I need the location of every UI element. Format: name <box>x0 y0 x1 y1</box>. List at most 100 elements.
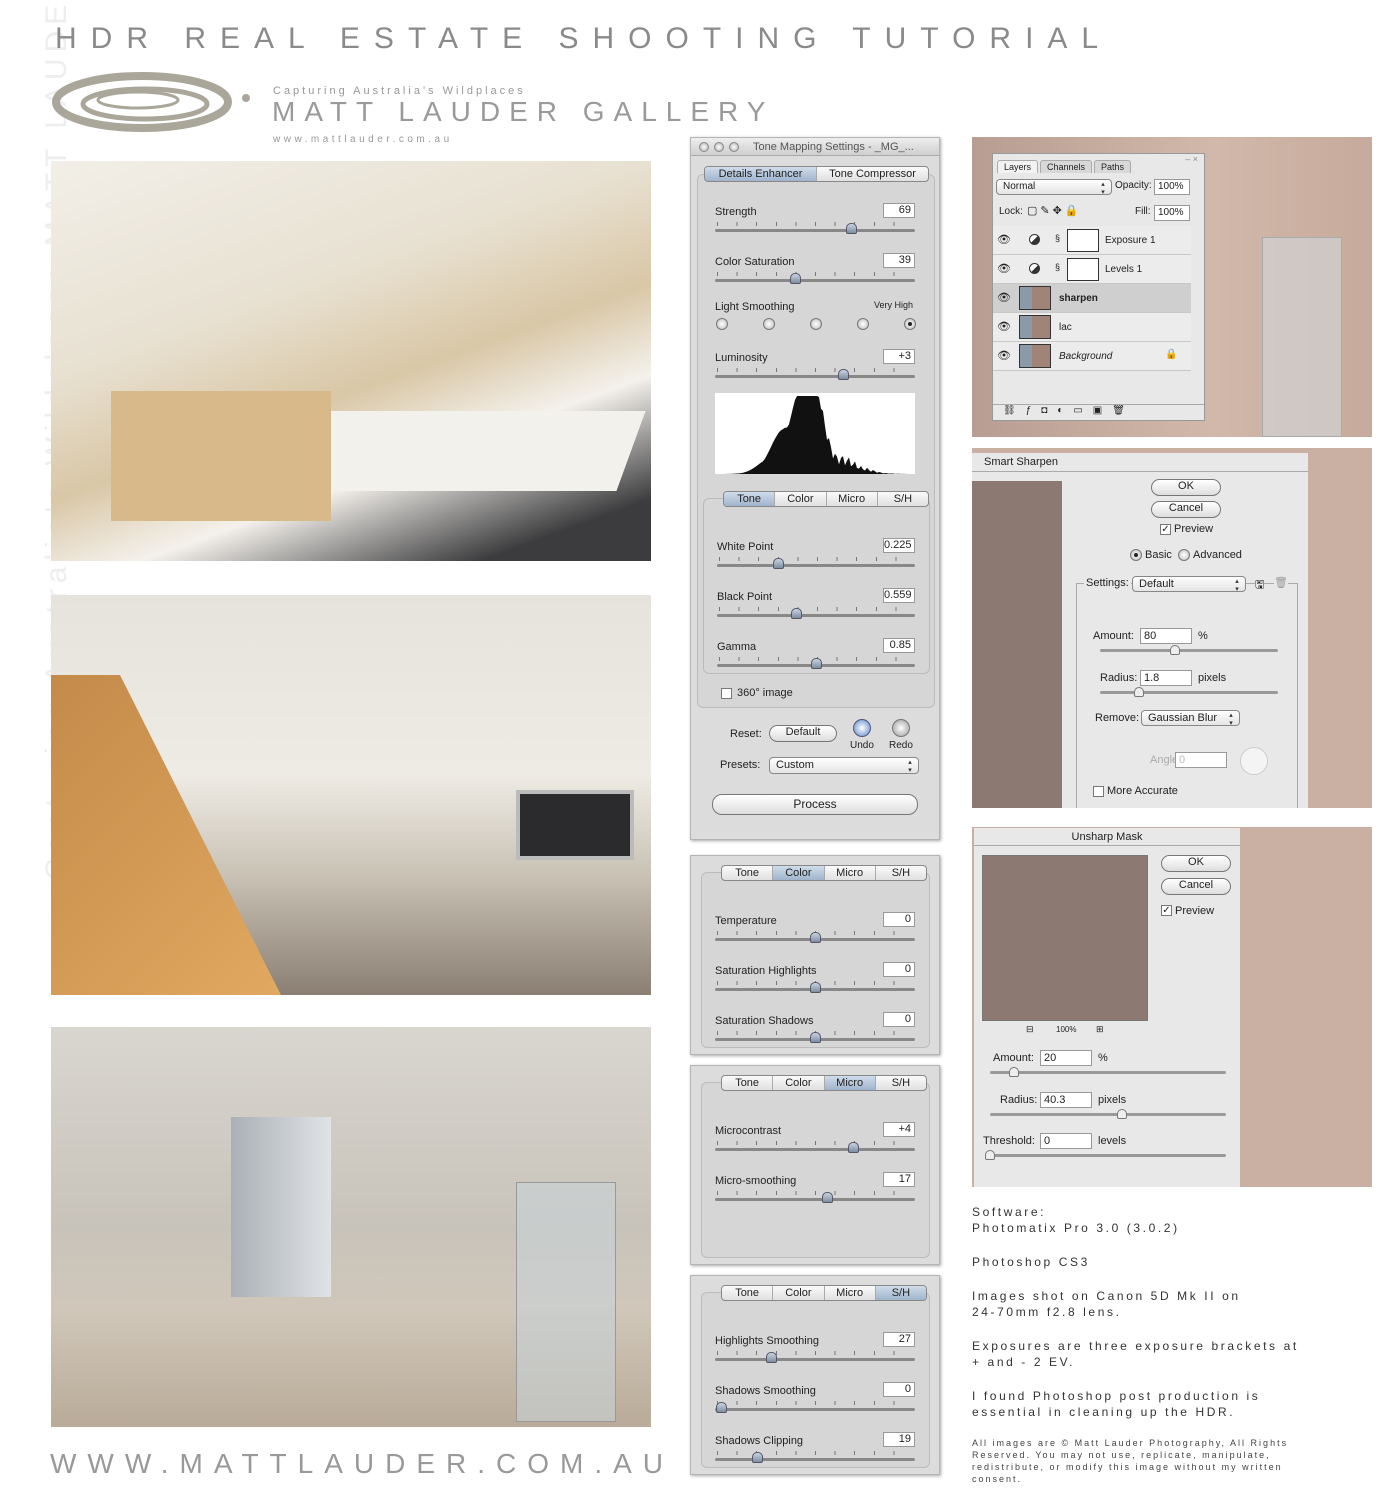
cancel-button[interactable]: Cancel <box>1151 501 1221 518</box>
advanced-radio[interactable] <box>1178 549 1190 561</box>
amount-input[interactable]: 20 <box>1040 1050 1092 1066</box>
radius-slider[interactable] <box>1100 687 1278 697</box>
slider-track[interactable] <box>715 1198 915 1201</box>
radius-input[interactable]: 40.3 <box>1040 1092 1092 1108</box>
cancel-button[interactable]: Cancel <box>1161 878 1231 895</box>
tab-micro[interactable]: Micro <box>827 492 878 506</box>
remove-select[interactable]: Gaussian Blur <box>1141 710 1240 727</box>
slider-thumb[interactable] <box>766 1352 777 1363</box>
amount-slider[interactable] <box>1100 645 1278 655</box>
slider-value-input[interactable]: 17 <box>883 1172 915 1187</box>
slider-thumb[interactable] <box>1169 645 1180 655</box>
layer-row[interactable]: 👁 § Exposure 1 <box>993 226 1191 255</box>
tab-s-h[interactable]: S/H <box>876 866 926 880</box>
blend-mode-select[interactable]: Normal <box>996 179 1112 196</box>
window-controls[interactable] <box>699 142 739 152</box>
tab-micro[interactable]: Micro <box>825 866 876 880</box>
light-smoothing-radio[interactable] <box>857 318 869 330</box>
slider-thumb[interactable] <box>822 1192 833 1203</box>
tab-color[interactable]: Color <box>773 1286 825 1300</box>
light-smoothing-radio[interactable] <box>904 318 916 330</box>
tab-channels[interactable]: Channels <box>1040 160 1093 173</box>
360-image-checkbox[interactable] <box>721 688 732 699</box>
slider-thumb[interactable] <box>752 1452 763 1463</box>
slider-thumb[interactable] <box>1117 1109 1128 1119</box>
slider-thumb[interactable] <box>1134 687 1145 697</box>
slider-thumb[interactable] <box>810 982 821 993</box>
zoom-out-icon[interactable]: ⊟ <box>1026 1024 1034 1035</box>
threshold-slider[interactable] <box>985 1150 1226 1160</box>
preview-checkbox[interactable]: ✓ <box>1161 905 1172 916</box>
slider-value-input[interactable]: 0 <box>883 1012 915 1027</box>
fill-input[interactable]: 100% <box>1154 205 1190 221</box>
slider-track[interactable] <box>715 375 915 378</box>
layer-row[interactable]: 👁 § Levels 1 <box>993 255 1191 284</box>
ok-button[interactable]: OK <box>1151 479 1221 496</box>
slider-track[interactable] <box>715 1408 915 1411</box>
slider-thumb[interactable] <box>790 273 801 284</box>
settings-select[interactable]: Default <box>1132 576 1246 593</box>
tab-layers[interactable]: Layers <box>997 160 1039 173</box>
light-smoothing-radio[interactable] <box>810 318 822 330</box>
slider-value-input[interactable]: 0.85 <box>883 638 915 653</box>
tab-tone[interactable]: Tone <box>724 492 776 506</box>
tab-color[interactable]: Color <box>773 1076 825 1090</box>
angle-dial[interactable] <box>1240 747 1268 775</box>
slider-value-input[interactable]: 0 <box>883 1382 915 1397</box>
layer-row[interactable]: 👁 Background 🔒 <box>993 342 1191 371</box>
amount-slider[interactable] <box>990 1067 1226 1077</box>
light-smoothing-radio[interactable] <box>763 318 775 330</box>
slider-thumb[interactable] <box>846 223 857 234</box>
tab-paths[interactable]: Paths <box>1094 160 1132 173</box>
tab-s-h[interactable]: S/H <box>876 1076 926 1090</box>
slider-track[interactable] <box>715 1148 915 1151</box>
basic-radio[interactable] <box>1130 549 1142 561</box>
slider-value-input[interactable]: 39 <box>883 253 915 268</box>
delete-settings-icon[interactable]: 🗑 <box>1274 576 1288 589</box>
slider-thumb[interactable] <box>985 1150 995 1160</box>
radius-input[interactable]: 1.8 <box>1140 670 1192 686</box>
lock-icons[interactable]: ▢✎✥🔒 <box>1027 204 1082 217</box>
save-settings-icon[interactable]: 🖫 <box>1255 576 1265 595</box>
slider-value-input[interactable]: +3 <box>883 349 915 364</box>
slider-track[interactable] <box>715 1458 915 1461</box>
slider-thumb[interactable] <box>773 558 785 569</box>
visibility-eye-icon[interactable]: 👁 <box>997 321 1013 333</box>
zoom-in-icon[interactable]: ⊞ <box>1096 1024 1104 1035</box>
layer-row[interactable]: 👁 lac <box>993 313 1191 342</box>
undo-icon[interactable] <box>853 719 871 737</box>
opacity-input[interactable]: 100% <box>1154 179 1190 195</box>
slider-value-input[interactable]: 19 <box>883 1432 915 1447</box>
visibility-eye-icon[interactable]: 👁 <box>997 234 1013 246</box>
tab-color[interactable]: Color <box>773 866 825 880</box>
ok-button[interactable]: OK <box>1161 855 1231 872</box>
more-accurate-checkbox[interactable] <box>1093 786 1104 797</box>
slider-thumb[interactable] <box>716 1402 727 1413</box>
website-link[interactable]: www.mattlauder.com.au <box>273 134 453 145</box>
layer-row[interactable]: 👁 sharpen <box>993 284 1191 313</box>
slider-thumb[interactable] <box>791 608 803 619</box>
slider-value-input[interactable]: 69 <box>883 203 915 218</box>
radius-slider[interactable] <box>990 1109 1226 1119</box>
tab-micro[interactable]: Micro <box>824 1076 876 1090</box>
slider-value-input[interactable]: 0 <box>883 912 915 927</box>
redo-icon[interactable] <box>892 719 910 737</box>
slider-thumb[interactable] <box>848 1142 859 1153</box>
tab-details-enhancer[interactable]: Details Enhancer <box>705 167 817 181</box>
tab-tone[interactable]: Tone <box>722 1076 774 1090</box>
tab-micro[interactable]: Micro <box>825 1286 876 1300</box>
visibility-eye-icon[interactable]: 👁 <box>997 292 1013 304</box>
slider-thumb[interactable] <box>811 658 822 669</box>
slider-track[interactable] <box>715 279 915 282</box>
tab-tone[interactable]: Tone <box>722 1286 774 1300</box>
light-smoothing-radio[interactable] <box>716 318 728 330</box>
tab-s-h[interactable]: S/H <box>878 492 928 506</box>
slider-thumb[interactable] <box>1008 1067 1019 1077</box>
slider-track[interactable] <box>717 614 915 617</box>
layer-actions-bar[interactable]: ⛓ƒ◘◐▭▣🗑 <box>993 404 1204 420</box>
visibility-eye-icon[interactable]: 👁 <box>997 350 1013 362</box>
tab-color[interactable]: Color <box>775 492 827 506</box>
threshold-input[interactable]: 0 <box>1040 1133 1092 1149</box>
slider-thumb[interactable] <box>810 1032 821 1043</box>
amount-input[interactable]: 80 <box>1140 628 1192 644</box>
